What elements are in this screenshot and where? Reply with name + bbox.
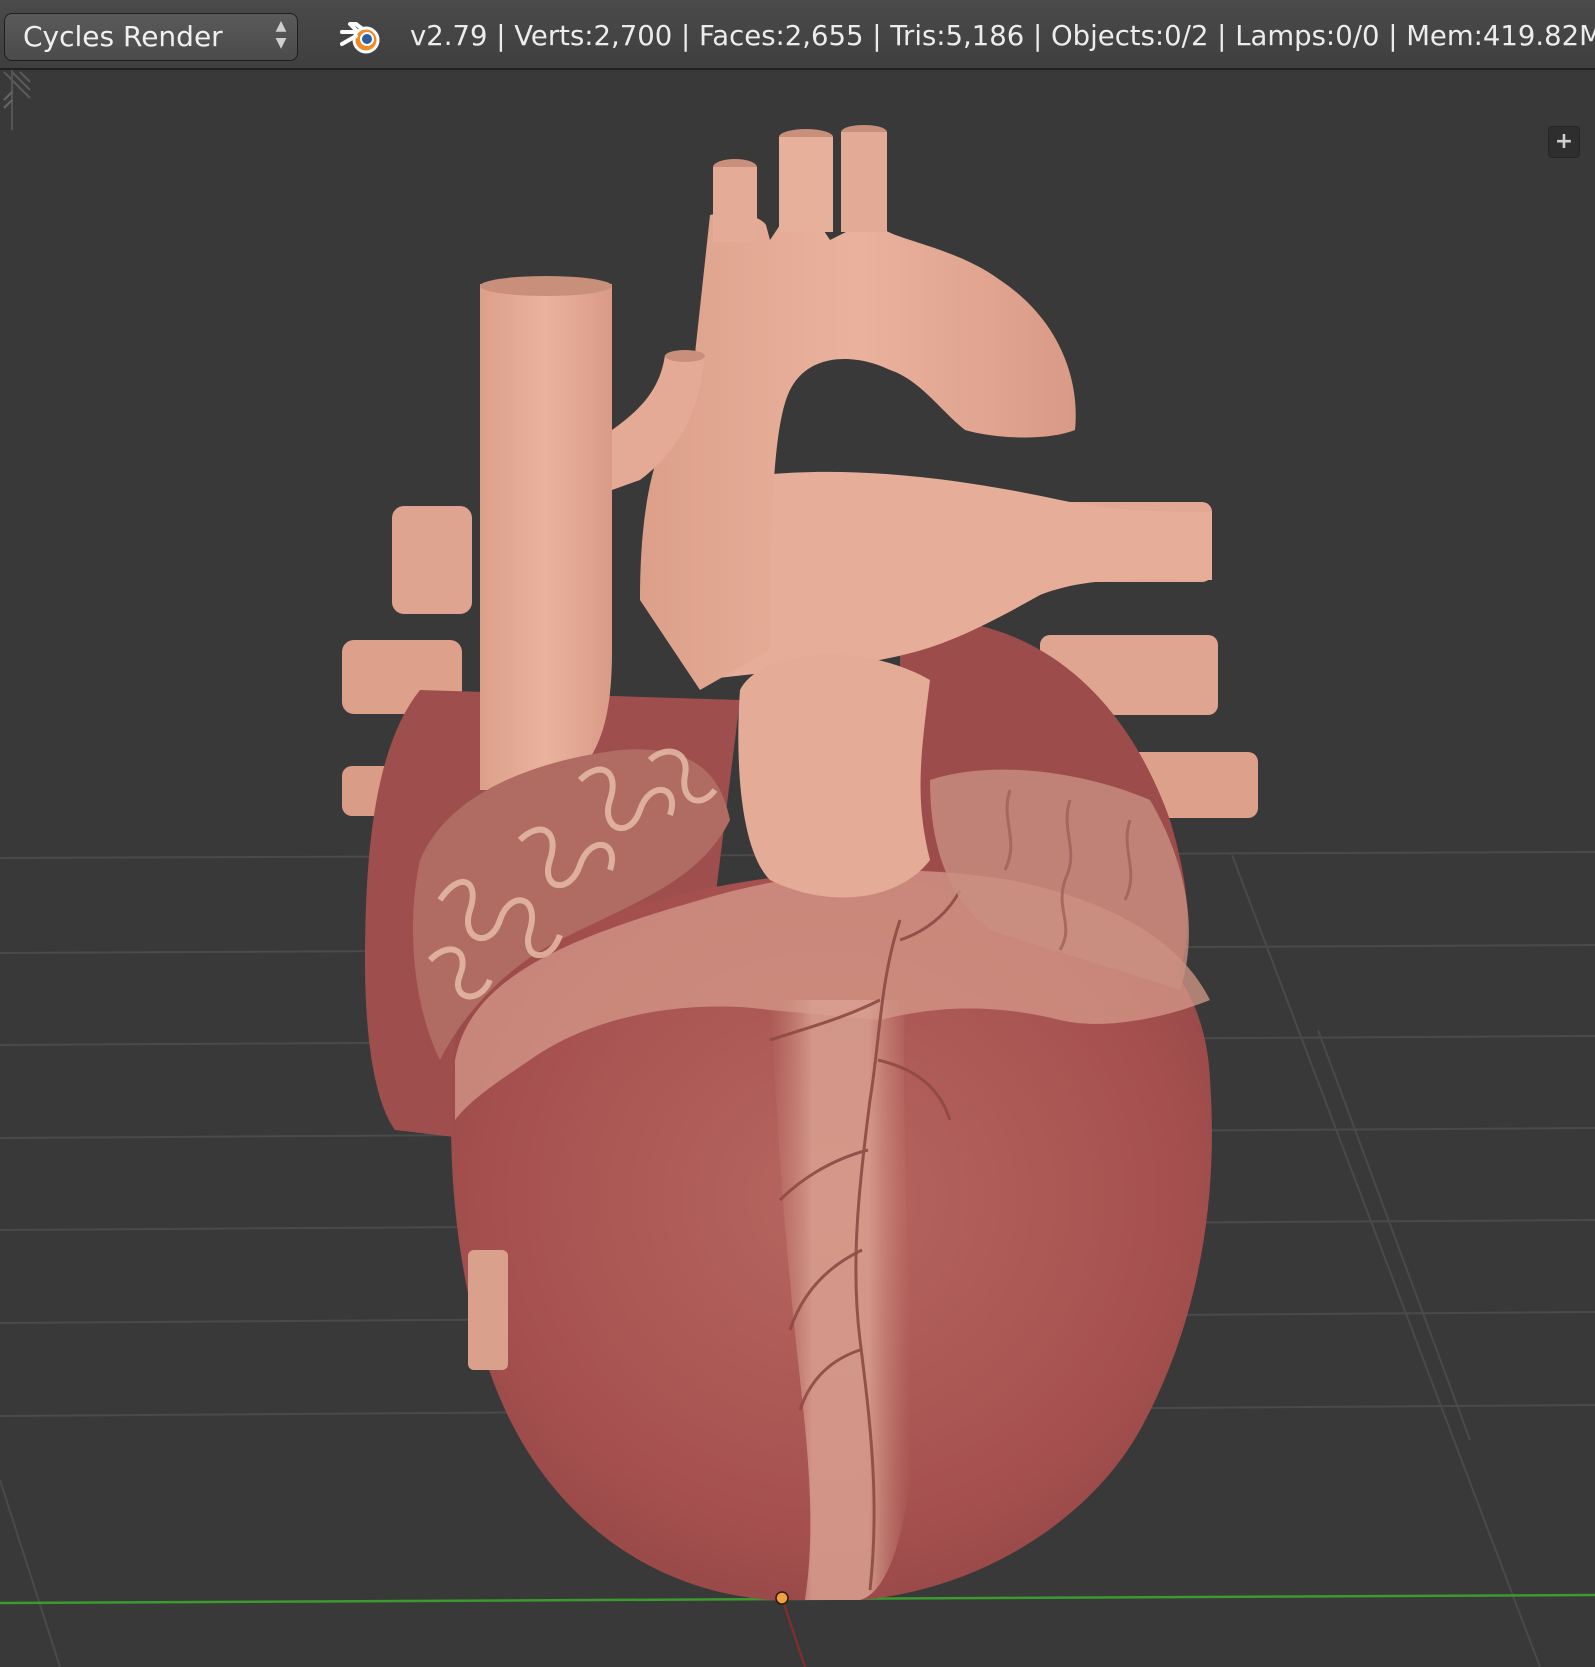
3d-viewport[interactable]: +	[0, 70, 1595, 1667]
render-engine-label: Cycles Render	[23, 20, 223, 53]
z-axis-line	[781, 1597, 806, 1667]
region-resize-handle[interactable]	[0, 70, 13, 130]
viewport-scene	[0, 125, 1595, 1667]
scene-stats: v2.79 | Verts:2,700 | Faces:2,655 | Tris…	[410, 20, 1595, 52]
blender-logo-icon	[340, 22, 380, 54]
object-origin-dot	[775, 1591, 789, 1605]
info-header: Cycles Render ▲ ▼ v2.79 | Verts:2,700 | F…	[0, 0, 1595, 70]
select-arrows-icon: ▲ ▼	[275, 18, 287, 51]
heart-model[interactable]	[342, 125, 1258, 1600]
toggle-sidebar-plus-button[interactable]: +	[1548, 126, 1580, 158]
render-engine-select[interactable]: Cycles Render ▲ ▼	[4, 13, 298, 61]
